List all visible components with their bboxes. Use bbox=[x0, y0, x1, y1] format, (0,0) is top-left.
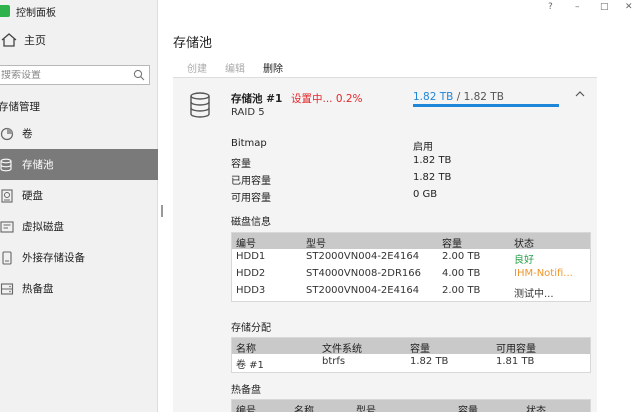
capacity-separator: / bbox=[456, 91, 461, 103]
home-link[interactable]: 主页 bbox=[0, 32, 46, 48]
column-header[interactable]: 状态 bbox=[526, 402, 546, 412]
prop-key: 可用容量 bbox=[231, 193, 271, 204]
search-input[interactable] bbox=[0, 69, 127, 81]
toolbar: 创建 编辑 删除 bbox=[187, 60, 283, 75]
column-header[interactable]: 容量 bbox=[410, 340, 430, 355]
column-header[interactable]: 名称 bbox=[294, 402, 314, 412]
storage-pool-icon bbox=[0, 158, 14, 172]
table-cell: 4.00 TB bbox=[442, 268, 481, 279]
table-header: 编号 型号 容量 状态 bbox=[232, 233, 590, 250]
sidebar-resize-handle[interactable] bbox=[161, 205, 163, 217]
prop-value: 1.82 TB bbox=[413, 155, 452, 166]
sidebar: 控制面板 主页 存储管理 卷 存储池 bbox=[0, 0, 158, 412]
table-header: 编号 名称 型号 容量 状态 bbox=[232, 400, 590, 412]
capacity-bar bbox=[413, 104, 559, 107]
column-header[interactable]: 编号 bbox=[236, 235, 256, 250]
column-header[interactable]: 状态 bbox=[514, 235, 534, 250]
column-header[interactable]: 文件系统 bbox=[322, 340, 362, 355]
sidebar-item-label: 硬盘 bbox=[22, 190, 43, 202]
sidebar-item-label: 卷 bbox=[22, 128, 33, 140]
capacity-bar-fill bbox=[413, 104, 559, 107]
main-content: 存储池 创建 编辑 删除 存储池 #1 设置中... 0.2% RAID 5 1… bbox=[165, 0, 640, 412]
capacity-total: 1.82 TB bbox=[463, 91, 504, 103]
sidebar-item-label: 外接存储设备 bbox=[22, 252, 85, 264]
allocation-table: 名称 文件系统 容量 可用容量 卷 #1 btrfs 1.82 TB 1.81 … bbox=[231, 337, 591, 373]
pool-name: 存储池 #1 bbox=[231, 93, 283, 105]
table-row[interactable]: 卷 #1 btrfs 1.82 TB 1.81 TB bbox=[232, 354, 590, 371]
sidebar-item-label: 虚拟磁盘 bbox=[22, 221, 64, 233]
sidebar-item-label: 热备盘 bbox=[22, 283, 54, 295]
control-panel-icon bbox=[0, 5, 10, 17]
volume-icon bbox=[0, 127, 14, 141]
table-cell: ST2000VN004-2E4164 bbox=[306, 251, 420, 262]
table-cell: 1.82 TB bbox=[410, 356, 449, 367]
sidebar-item-hard-disk[interactable]: 硬盘 bbox=[0, 180, 158, 211]
column-header[interactable]: 名称 bbox=[236, 340, 256, 355]
external-storage-icon bbox=[0, 250, 14, 265]
table-cell: ST2000VN004-2E4164 bbox=[306, 285, 420, 296]
title-bar: 控制面板 bbox=[0, 0, 158, 22]
table-cell: ST4000VN008-2DR166 bbox=[306, 268, 422, 279]
pool-raid-level: RAID 5 bbox=[231, 107, 265, 118]
table-cell: btrfs bbox=[322, 356, 346, 367]
disk-info-table: 编号 型号 容量 状态 HDD1 ST2000VN004-2E4164 2.00… bbox=[231, 232, 591, 302]
table-cell: 1.81 TB bbox=[496, 356, 535, 367]
table-cell: HDD2 bbox=[236, 268, 266, 279]
collapse-chevron-icon[interactable] bbox=[575, 90, 585, 98]
table-cell: HDD1 bbox=[236, 251, 266, 262]
allocation-title: 存储分配 bbox=[231, 323, 271, 334]
sidebar-item-storage-pool[interactable]: 存储池 bbox=[0, 149, 158, 180]
column-header[interactable]: 编号 bbox=[236, 402, 256, 412]
disk-status: 测试中... bbox=[514, 289, 554, 300]
home-icon bbox=[1, 33, 17, 47]
disk-status: IHM-Notifi... bbox=[514, 268, 573, 279]
section-title: 存储管理 bbox=[0, 101, 40, 113]
capacity-text: 1.82 TB / 1.82 TB bbox=[413, 91, 504, 103]
search-icon[interactable] bbox=[133, 69, 145, 81]
prop-key: 已用容量 bbox=[231, 176, 271, 187]
table-header: 名称 文件系统 容量 可用容量 bbox=[232, 338, 590, 355]
sidebar-nav: 卷 存储池 硬盘 虚拟磁盘 外接存储设备 热备盘 bbox=[0, 118, 158, 304]
disk-info-title: 磁盘信息 bbox=[231, 217, 271, 228]
prop-key: Bitmap bbox=[231, 138, 267, 149]
prop-value: 启用 bbox=[413, 142, 433, 153]
hot-spare-title: 热备盘 bbox=[231, 385, 261, 396]
prop-key: 容量 bbox=[231, 159, 251, 170]
sidebar-item-hot-spare[interactable]: 热备盘 bbox=[0, 273, 158, 304]
edit-button[interactable]: 编辑 bbox=[225, 60, 245, 75]
column-header[interactable]: 型号 bbox=[356, 402, 376, 412]
hot-spare-icon bbox=[0, 282, 14, 296]
column-header[interactable]: 可用容量 bbox=[496, 340, 536, 355]
table-cell: HDD3 bbox=[236, 285, 266, 296]
sidebar-item-volume[interactable]: 卷 bbox=[0, 118, 158, 149]
sidebar-item-label: 存储池 bbox=[22, 159, 54, 171]
capacity-used: 1.82 TB bbox=[413, 91, 454, 103]
search-box bbox=[0, 65, 150, 85]
virtual-disk-icon bbox=[0, 220, 14, 234]
column-header[interactable]: 容量 bbox=[458, 402, 478, 412]
table-row[interactable]: HDD2 ST4000VN008-2DR166 4.00 TB IHM-Noti… bbox=[232, 266, 590, 283]
page-title: 存储池 bbox=[173, 36, 213, 51]
prop-value: 0 GB bbox=[413, 189, 438, 200]
pool-status: 设置中... 0.2% bbox=[291, 93, 363, 105]
table-row[interactable]: HDD1 ST2000VN004-2E4164 2.00 TB 良好 bbox=[232, 249, 590, 266]
sidebar-item-virtual-disk[interactable]: 虚拟磁盘 bbox=[0, 211, 158, 242]
hot-spare-table: 编号 名称 型号 容量 状态 bbox=[231, 399, 591, 412]
sidebar-item-external-storage[interactable]: 外接存储设备 bbox=[0, 242, 158, 273]
app-title: 控制面板 bbox=[16, 7, 56, 19]
column-header[interactable]: 型号 bbox=[306, 235, 326, 250]
prop-value: 1.82 TB bbox=[413, 172, 452, 183]
delete-button[interactable]: 删除 bbox=[263, 60, 283, 75]
storage-pool-panel: 存储池 #1 设置中... 0.2% RAID 5 1.82 TB / 1.82… bbox=[173, 77, 597, 412]
table-row[interactable]: HDD3 ST2000VN004-2E4164 2.00 TB 测试中... bbox=[232, 283, 590, 300]
disk-status: 良好 bbox=[514, 255, 534, 266]
hard-disk-icon bbox=[0, 188, 14, 203]
table-cell: 卷 #1 bbox=[236, 360, 264, 371]
column-header[interactable]: 容量 bbox=[442, 235, 462, 250]
home-label: 主页 bbox=[24, 34, 46, 47]
table-cell: 2.00 TB bbox=[442, 285, 481, 296]
create-button[interactable]: 创建 bbox=[187, 60, 207, 75]
storage-pool-icon bbox=[190, 92, 210, 118]
table-cell: 2.00 TB bbox=[442, 251, 481, 262]
